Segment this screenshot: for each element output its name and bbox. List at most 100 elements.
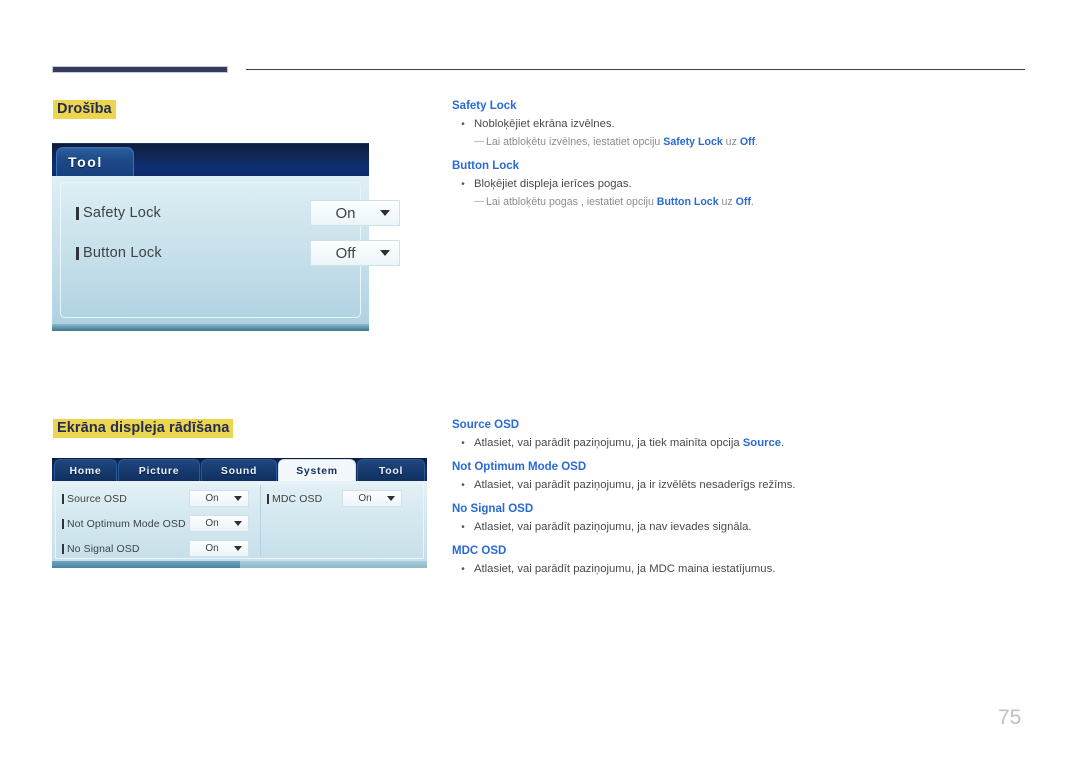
osd-row-button-lock: Button Lock (76, 245, 162, 261)
bullet-item: • Atlasiet, vai parādīt paziņojumu, ja n… (452, 520, 1032, 535)
chevron-down-icon (387, 496, 395, 501)
osd-row-not-optimum-mode-osd-label: Not Optimum Mode OSD (67, 518, 186, 530)
osd-row-source-osd: Source OSD (62, 493, 127, 505)
note-item: — Lai atbloķētu pogas , iestatiet opciju… (452, 195, 1032, 210)
osd-system-bottom-bar-fill (52, 561, 240, 568)
bullet-marker-icon (267, 494, 269, 504)
bullet-item: • Atlasiet, vai parādīt paziņojumu, ja t… (452, 436, 1032, 451)
osd-tab-picture[interactable]: Picture (118, 459, 200, 481)
chevron-down-icon (380, 250, 390, 256)
osd-dropdown-mdc-osd[interactable]: On (342, 490, 402, 507)
osd-dropdown-button-lock[interactable]: Off (310, 240, 400, 266)
bullet-dot-icon: • (461, 179, 465, 190)
bullet-marker-icon (76, 246, 79, 260)
osd-dropdown-source-osd-value: On (205, 493, 219, 504)
osd-system-body: Source OSD On Not Optimum Mode OSD On No… (52, 481, 427, 561)
bullet-text: Atlasiet, vai parādīt paziņojumu, ja tie… (474, 437, 785, 449)
osd-tab-tool[interactable]: Tool (357, 459, 425, 481)
osd-dropdown-source-osd[interactable]: On (189, 490, 249, 507)
dash-icon: — (474, 196, 484, 207)
osd-dropdown-safety-lock[interactable]: On (310, 200, 400, 226)
note-bold-value: Off (739, 136, 756, 148)
page-number: 75 (998, 706, 1022, 729)
bullet-dot-icon: • (461, 522, 465, 533)
osd-row-no-signal-osd-label: No Signal OSD (67, 543, 140, 555)
osd-row-no-signal-osd-label-wrap: No Signal OSD (62, 543, 140, 555)
entry-title-mdc-osd: MDC OSD (452, 545, 507, 557)
bullet-marker-icon (62, 494, 64, 504)
osd-dropdown-not-optimum-mode-osd-value: On (205, 518, 219, 529)
bullet-text: Bloķējiet displeja ierīces pogas. (474, 178, 632, 190)
osd-tab-tool[interactable]: Tool (56, 147, 134, 177)
osd-panel-system: Home Picture Sound System Tool Source OS… (52, 458, 427, 568)
osd-row-not-optimum-mode-osd: Not Optimum Mode OSD (62, 518, 186, 530)
osd-row-button-lock-label: Button Lock (83, 245, 162, 261)
osd-row-mdc-osd: MDC OSD (267, 493, 322, 505)
bullet-text: Atlasiet, vai parādīt paziņojumu, ja nav… (474, 521, 752, 533)
osd-row-safety-lock-label-wrap: Safety Lock (76, 205, 161, 221)
section-heading-security: Drošība (53, 100, 116, 119)
entry-title-safety-lock: Safety Lock (452, 100, 517, 112)
osd-row-safety-lock-label: Safety Lock (83, 205, 161, 221)
osd-dropdown-safety-lock-value: On (335, 204, 356, 222)
section-heading-osd-display: Ekrāna displeja rādīšana (53, 419, 234, 438)
osd-row-source-osd-label: Source OSD (67, 493, 127, 505)
section-2-description: Source OSD • Atlasiet, vai parādīt paziņ… (452, 418, 1032, 580)
osd-dropdown-button-lock-value: Off (335, 244, 356, 262)
entry-title-button-lock: Button Lock (452, 160, 520, 172)
bullet-text: Nobloķējiet ekrāna izvēlnes. (474, 118, 615, 130)
bullet-item: • Nobloķējiet ekrāna izvēlnes. (452, 117, 1032, 132)
osd-row-button-lock-label-wrap: Button Lock (76, 245, 162, 261)
header-rule (246, 69, 1025, 70)
osd-system-column-divider (260, 485, 261, 557)
chevron-down-icon (234, 521, 242, 526)
osd-panel-tool: Tool Safety Lock On Button Lock Off (52, 143, 400, 331)
note-text: Lai atbloķētu izvēlnes, iestatiet opciju… (486, 136, 759, 148)
osd-dropdown-not-optimum-mode-osd[interactable]: On (189, 515, 249, 532)
bullet-dot-icon: • (461, 564, 465, 575)
bullet-marker-icon (62, 544, 64, 554)
bullet-bold-term: Source (742, 437, 782, 449)
note-bold-term: Button Lock (656, 196, 719, 208)
header-accent-bar (52, 66, 228, 73)
osd-row-source-osd-label-wrap: Source OSD (62, 493, 127, 505)
osd-tool-titlebar: Tool (52, 143, 369, 177)
osd-row-mdc-osd-label-wrap: MDC OSD (267, 493, 322, 505)
entry-title-no-signal-osd: No Signal OSD (452, 503, 534, 515)
bullet-dot-icon: • (461, 119, 465, 130)
osd-dropdown-no-signal-osd[interactable]: On (189, 540, 249, 557)
chevron-down-icon (380, 210, 390, 216)
note-bold-term: Safety Lock (663, 136, 723, 148)
manual-page: Drošība Tool Safety Lock On Button Lock (0, 0, 1080, 763)
osd-system-bottom-bar (52, 561, 427, 568)
osd-system-tabbar: Home Picture Sound System Tool (52, 458, 427, 481)
chevron-down-icon (234, 546, 242, 551)
osd-tab-sound[interactable]: Sound (201, 459, 277, 481)
osd-tab-tool-label: Tool (68, 154, 103, 170)
osd-tab-system[interactable]: System (278, 459, 356, 481)
section-1-description: Safety Lock • Nobloķējiet ekrāna izvēlne… (452, 99, 1032, 212)
osd-tab-home[interactable]: Home (54, 459, 117, 481)
chevron-down-icon (234, 496, 242, 501)
osd-row-mdc-osd-label: MDC OSD (272, 493, 323, 505)
entry-title-not-optimum-mode-osd: Not Optimum Mode OSD (452, 461, 587, 473)
bullet-text: Atlasiet, vai parādīt paziņojumu, ja ir … (474, 479, 796, 491)
bullet-item: • Bloķējiet displeja ierīces pogas. (452, 177, 1032, 192)
bullet-marker-icon (62, 519, 64, 529)
note-text: Lai atbloķētu pogas , iestatiet opciju B… (486, 196, 754, 208)
bullet-item: • Atlasiet, vai parādīt paziņojumu, ja M… (452, 562, 1032, 577)
osd-dropdown-mdc-osd-value: On (358, 493, 372, 504)
bullet-dot-icon: • (461, 480, 465, 491)
bullet-marker-icon (76, 206, 79, 220)
dash-icon: — (474, 136, 484, 147)
osd-row-not-optimum-mode-osd-label-wrap: Not Optimum Mode OSD (62, 518, 186, 530)
entry-title-source-osd: Source OSD (452, 419, 520, 431)
osd-row-safety-lock: Safety Lock (76, 205, 161, 221)
bullet-text: Atlasiet, vai parādīt paziņojumu, ja MDC… (474, 563, 776, 575)
note-item: — Lai atbloķētu izvēlnes, iestatiet opci… (452, 135, 1032, 150)
osd-tool-bottom-bar (52, 324, 369, 331)
osd-row-no-signal-osd: No Signal OSD (62, 543, 140, 555)
bullet-dot-icon: • (461, 438, 465, 449)
note-bold-value: Off (735, 196, 751, 208)
bullet-item: • Atlasiet, vai parādīt paziņojumu, ja i… (452, 478, 1032, 493)
